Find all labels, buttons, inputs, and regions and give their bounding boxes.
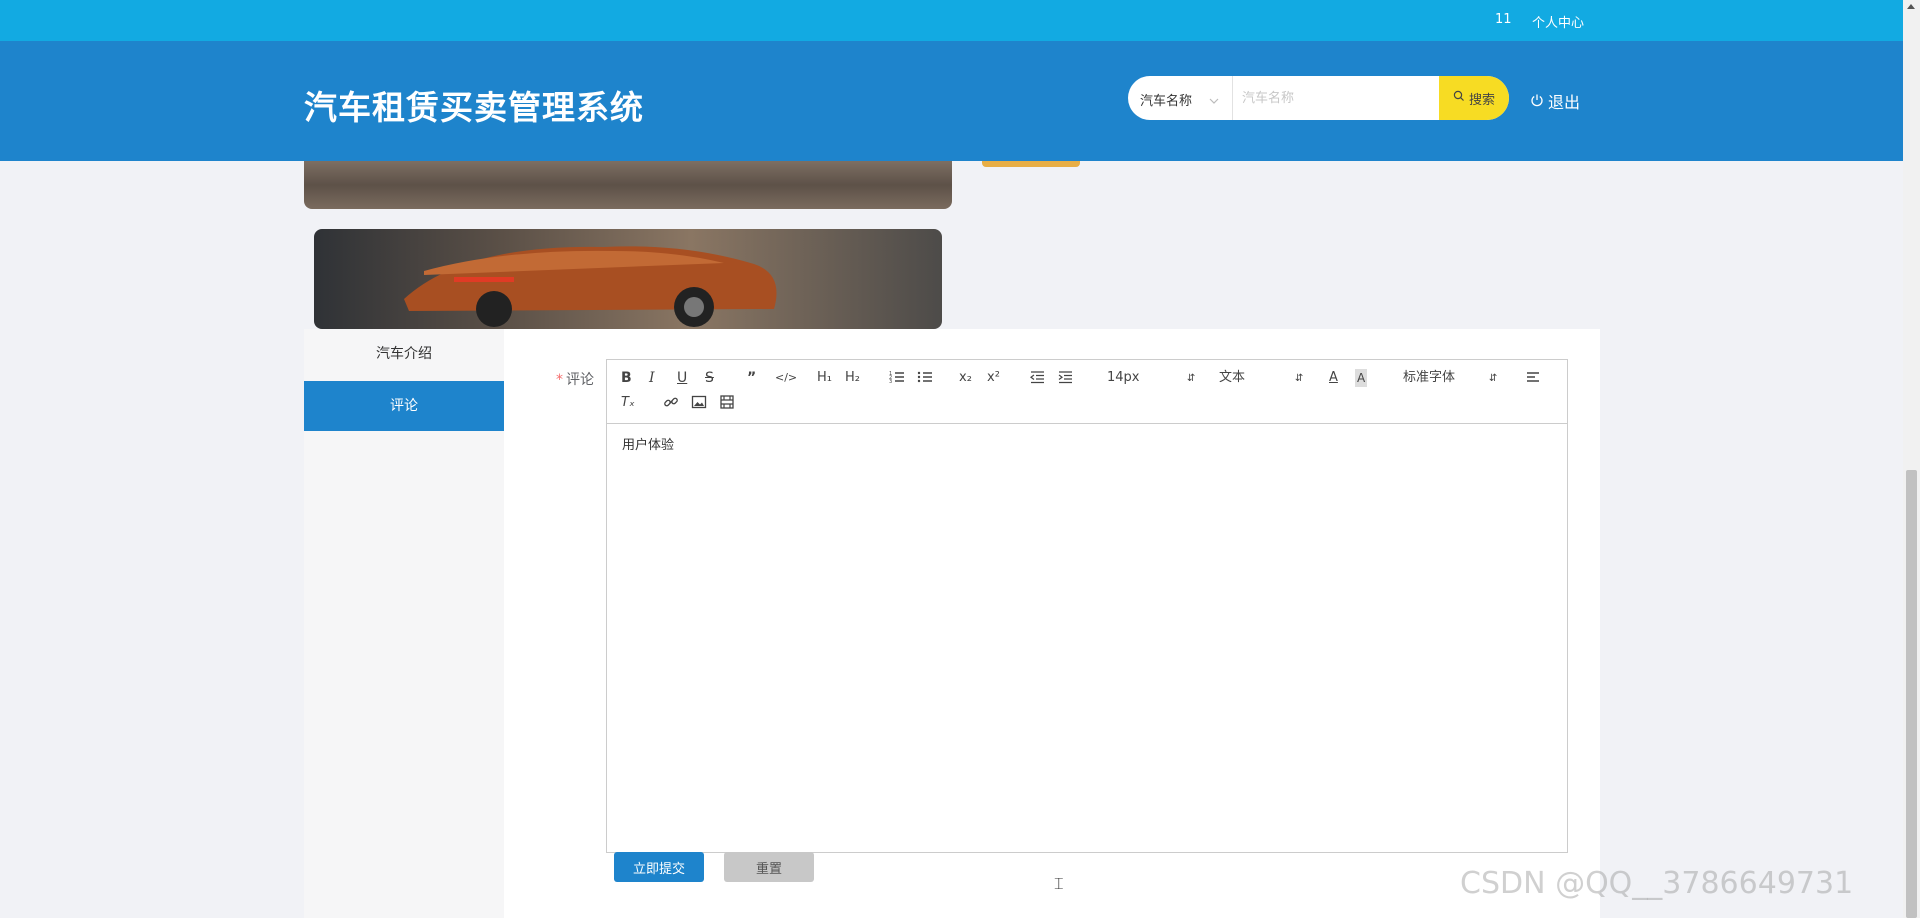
editor-toolbar: B I U S ” </> H₁ H₂ 123 x₂ x² 14px ⇵ 文本 … [607, 360, 1567, 424]
search-button-label: 搜索 [1468, 92, 1495, 108]
logout-label: 退出 [1548, 93, 1581, 112]
code-block-icon[interactable]: </> [775, 369, 797, 387]
tab-comment[interactable]: 评论 [304, 381, 504, 431]
personal-center-link[interactable]: 个人中心 [1532, 12, 1584, 31]
image-icon[interactable] [691, 394, 707, 412]
logout-button[interactable]: 退出 [1530, 89, 1580, 113]
underline-icon[interactable]: U [677, 369, 687, 387]
scroll-up-icon[interactable] [1907, 4, 1915, 9]
search-field-selected: 汽车名称 [1140, 94, 1193, 109]
link-icon[interactable] [663, 394, 679, 412]
reset-button[interactable]: 重置 [724, 852, 814, 882]
scroll-thumb[interactable] [1906, 470, 1917, 918]
search-icon [1453, 90, 1465, 106]
align-left-icon[interactable] [1525, 369, 1541, 387]
rich-text-editor: B I U S ” </> H₁ H₂ 123 x₂ x² 14px ⇵ 文本 … [606, 359, 1568, 853]
ordered-list-icon[interactable]: 123 [889, 369, 905, 387]
search-button[interactable]: 搜索 [1439, 76, 1509, 120]
updown-icon: ⇵ [1187, 373, 1196, 384]
italic-icon[interactable]: I [649, 369, 655, 387]
bold-icon[interactable]: B [621, 369, 632, 387]
detail-tabs-panel: 汽车介绍 评论 * 评论 B I U S ” </> H₁ H₂ 123 x₂ x… [304, 329, 1600, 918]
user-id: 11 [1495, 12, 1512, 27]
font-color-icon[interactable]: A [1329, 369, 1338, 387]
app-title: 汽车租赁买卖管理系统 [304, 88, 644, 127]
heading2-icon[interactable]: H₂ [845, 369, 860, 387]
background-color-icon[interactable]: A [1355, 369, 1368, 387]
comment-label-text: 评论 [566, 372, 594, 388]
required-mark: * [556, 372, 563, 388]
video-icon[interactable] [719, 394, 735, 412]
search-box: 汽车名称 搜索 [1128, 76, 1509, 120]
text-cursor-icon: ⌶ [1054, 874, 1064, 893]
updown-icon: ⇵ [1295, 373, 1304, 384]
block-type-picker[interactable]: 文本 ⇵ [1219, 369, 1309, 387]
submit-button[interactable]: 立即提交 [614, 852, 704, 882]
font-size-value: 14px [1107, 370, 1140, 385]
svg-text:3: 3 [889, 379, 892, 385]
clear-format-icon[interactable]: Tₓ [621, 394, 635, 412]
strikethrough-icon[interactable]: S [705, 369, 714, 387]
subscript-icon[interactable]: x₂ [959, 369, 972, 387]
indent-icon[interactable] [1057, 369, 1073, 387]
updown-icon: ⇵ [1489, 373, 1498, 384]
chevron-down-icon [1208, 92, 1220, 104]
editor-content[interactable]: 用户体验 [607, 424, 1567, 852]
power-icon [1530, 92, 1544, 111]
watermark: CSDN @QQ__3786649731 [1460, 866, 1854, 901]
action-button-partial[interactable] [982, 161, 1080, 167]
block-type-value: 文本 [1219, 370, 1246, 385]
font-size-picker[interactable]: 14px ⇵ [1107, 369, 1197, 387]
search-input[interactable] [1234, 76, 1438, 120]
outdent-icon[interactable] [1029, 369, 1045, 387]
blockquote-icon[interactable]: ” [747, 369, 756, 387]
tab-car-intro[interactable]: 汽车介绍 [304, 329, 504, 379]
bullet-list-icon[interactable] [917, 369, 933, 387]
font-family-value: 标准字体 [1403, 370, 1456, 385]
tabs-sidebar: 汽车介绍 评论 [304, 329, 504, 918]
top-bar: 11 个人中心 [0, 0, 1903, 41]
car-image [314, 229, 942, 329]
superscript-icon[interactable]: x² [987, 369, 1000, 387]
font-family-picker[interactable]: 标准字体 ⇵ [1403, 369, 1503, 387]
car-image-partial [304, 161, 952, 209]
heading1-icon[interactable]: H₁ [817, 369, 832, 387]
header: 汽车租赁买卖管理系统 汽车名称 搜索 退出 [0, 41, 1903, 161]
comment-field-label: * 评论 [556, 369, 594, 389]
search-field-select[interactable]: 汽车名称 [1128, 76, 1233, 120]
page-scrollbar[interactable] [1903, 0, 1920, 918]
